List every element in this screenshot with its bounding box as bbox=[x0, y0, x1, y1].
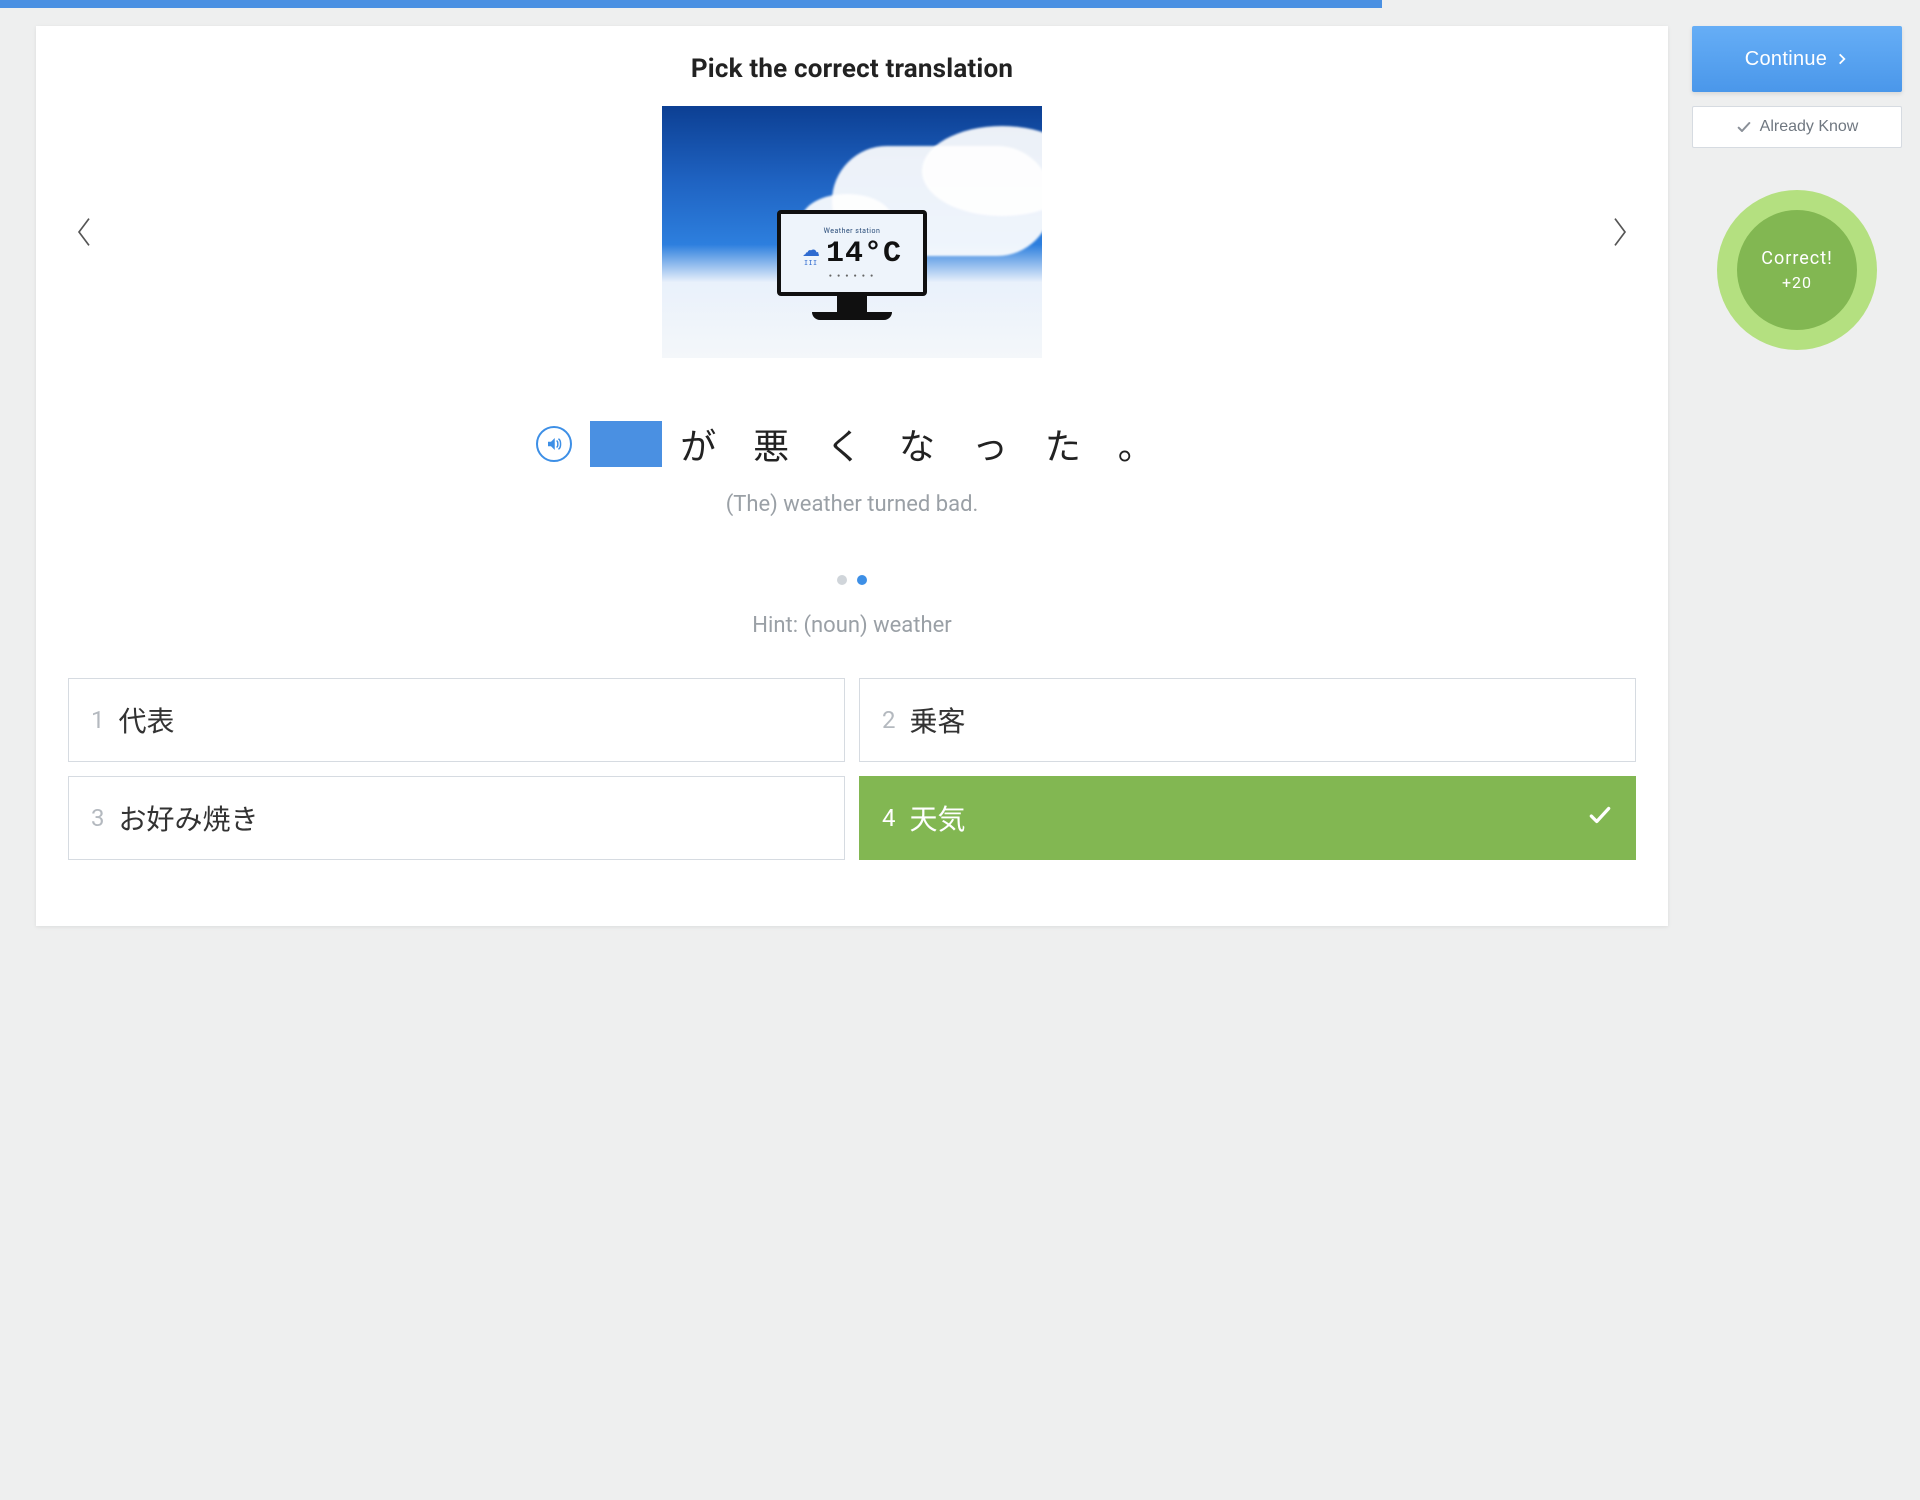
correct-badge-points: +20 bbox=[1782, 273, 1812, 292]
sentence-japanese: が 悪 く な っ た 。 bbox=[680, 418, 1168, 470]
progress-bar-fill bbox=[0, 0, 1382, 8]
sentence-pager bbox=[64, 575, 1640, 585]
sentence-translation: (The) weather turned bad. bbox=[64, 492, 1640, 517]
option-number: 2 bbox=[882, 706, 896, 734]
correct-badge-label: Correct! bbox=[1761, 248, 1833, 269]
exercise-title: Pick the correct translation bbox=[64, 54, 1640, 84]
prompt-image: Weather station ☁ⵊⵊⵊ 14°C ● ● ● ● ● ● bbox=[662, 106, 1042, 358]
sidebar: Continue Already Know Correct! +20 bbox=[1692, 26, 1902, 926]
hint-text: Hint: (noun) weather bbox=[64, 613, 1640, 638]
prev-image-button[interactable] bbox=[64, 212, 104, 252]
next-image-button[interactable] bbox=[1600, 212, 1640, 252]
option-number: 4 bbox=[882, 804, 896, 832]
image-weather-station-label: Weather station bbox=[824, 227, 881, 235]
option-3[interactable]: 3 お好み焼き bbox=[68, 776, 845, 860]
option-number: 3 bbox=[91, 804, 105, 832]
check-icon bbox=[1587, 802, 1613, 835]
cloud-rain-icon: ☁ⵊⵊⵊ bbox=[802, 242, 820, 267]
option-1[interactable]: 1 代表 bbox=[68, 678, 845, 762]
image-temperature: 14°C bbox=[826, 237, 902, 271]
option-label: お好み焼き bbox=[119, 798, 259, 838]
continue-button[interactable]: Continue bbox=[1692, 26, 1902, 92]
sentence-blank bbox=[590, 421, 662, 467]
option-2[interactable]: 2 乗客 bbox=[859, 678, 1636, 762]
option-number: 1 bbox=[91, 706, 105, 734]
answer-options: 1 代表 2 乗客 3 お好み焼き 4 天気 bbox=[64, 678, 1640, 860]
exercise-card: Pick the correct translation Weather sta… bbox=[36, 26, 1668, 926]
progress-bar-track bbox=[0, 0, 1920, 8]
option-label: 代表 bbox=[119, 700, 175, 740]
correct-badge: Correct! +20 bbox=[1717, 190, 1877, 350]
option-label: 乗客 bbox=[910, 700, 966, 740]
pager-dot[interactable] bbox=[837, 575, 847, 585]
pager-dot-active[interactable] bbox=[857, 575, 867, 585]
option-label: 天気 bbox=[910, 798, 966, 838]
continue-label: Continue bbox=[1745, 48, 1827, 71]
play-audio-button[interactable] bbox=[536, 426, 572, 462]
already-know-button[interactable]: Already Know bbox=[1692, 106, 1902, 148]
already-know-label: Already Know bbox=[1760, 118, 1859, 136]
option-4-correct[interactable]: 4 天気 bbox=[859, 776, 1636, 860]
